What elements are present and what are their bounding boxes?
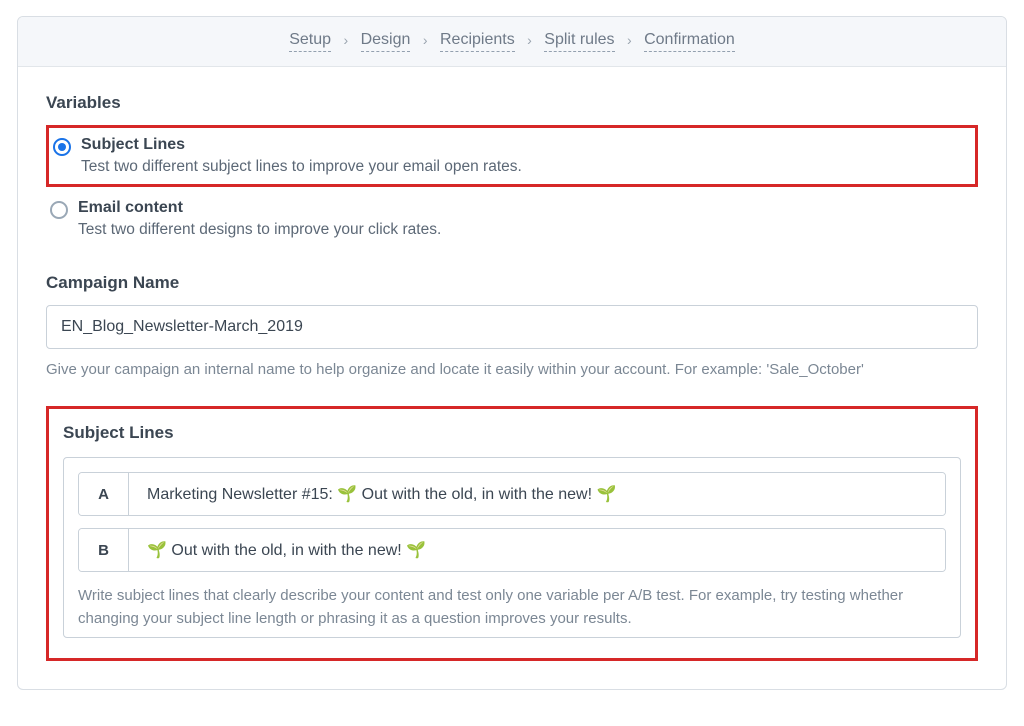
variable-option-label: Subject Lines [81,136,522,154]
breadcrumb-step-split-rules[interactable]: Split rules [544,31,614,52]
breadcrumb-step-confirmation[interactable]: Confirmation [644,31,735,52]
content-area: Variables Subject Lines Test two differe… [18,67,1006,689]
variables-highlight: Subject Lines Test two different subject… [46,125,978,187]
subject-input-b[interactable] [129,529,945,571]
subject-tag-a: A [79,473,129,515]
subject-lines-helper: Write subject lines that clearly describ… [78,584,946,631]
campaign-name-label: Campaign Name [46,273,978,293]
breadcrumb-step-setup[interactable]: Setup [289,31,331,52]
subject-input-a[interactable] [129,473,945,515]
variable-option-desc: Test two different subject lines to impr… [81,158,522,176]
breadcrumb: Setup › Design › Recipients › Split rule… [18,17,1006,67]
variable-option-label: Email content [78,199,441,217]
subject-row-b: B [78,528,946,572]
variable-option-desc: Test two different designs to improve yo… [78,221,441,239]
chevron-right-icon: › [527,32,532,48]
radio-unselected-icon[interactable] [50,201,68,219]
variables-heading: Variables [46,93,978,113]
radio-selected-icon[interactable] [53,138,71,156]
campaign-name-input[interactable] [46,305,978,349]
campaign-name-helper: Give your campaign an internal name to h… [46,359,978,380]
variable-option-subject-lines[interactable]: Subject Lines Test two different subject… [53,132,967,180]
breadcrumb-step-recipients[interactable]: Recipients [440,31,515,52]
subject-row-a: A [78,472,946,516]
chevron-right-icon: › [423,32,428,48]
breadcrumb-step-design[interactable]: Design [361,31,411,52]
subject-lines-highlight: Subject Lines A B Write subject lines th… [46,406,978,661]
variable-option-email-content[interactable]: Email content Test two different designs… [46,195,978,243]
setup-panel: Setup › Design › Recipients › Split rule… [17,16,1007,690]
chevron-right-icon: › [343,32,348,48]
chevron-right-icon: › [627,32,632,48]
subject-lines-heading: Subject Lines [63,423,961,443]
subject-lines-box: A B Write subject lines that clearly des… [63,457,961,638]
subject-tag-b: B [79,529,129,571]
